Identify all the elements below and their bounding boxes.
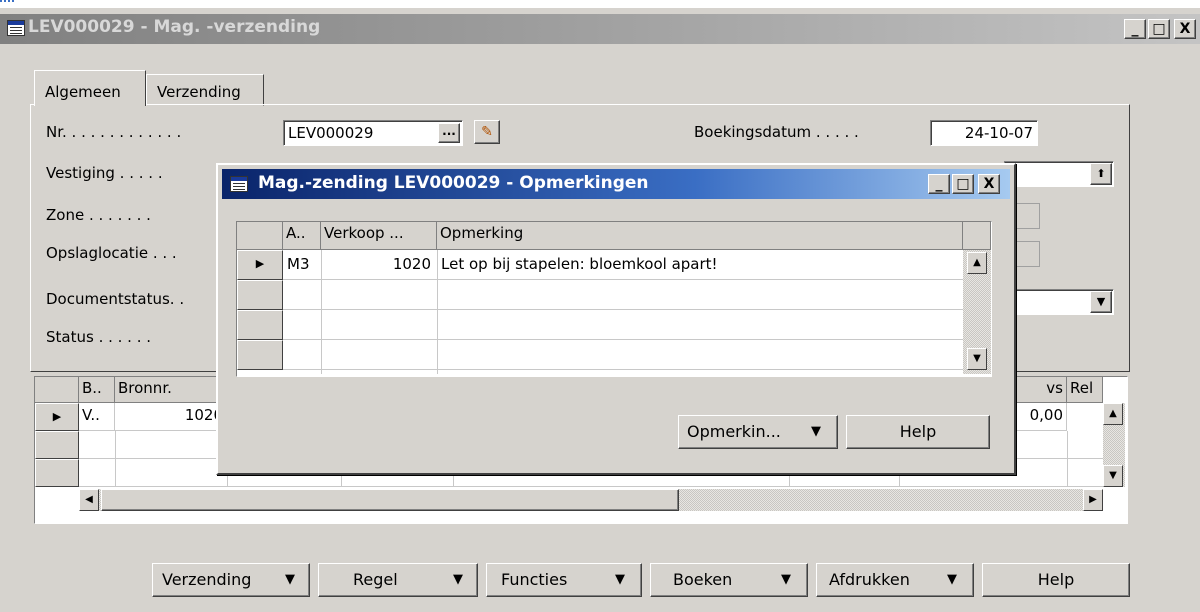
col-divider [115, 431, 116, 487]
scroll-left-icon[interactable]: ◀ [79, 489, 99, 511]
row-selector[interactable] [237, 310, 283, 340]
col-divider [321, 250, 322, 374]
chevron-down-icon[interactable]: ▼ [1090, 291, 1112, 313]
scroll-down-icon[interactable]: ▼ [967, 348, 987, 370]
functies-button[interactable]: Functies ▼ [486, 563, 642, 597]
main-window-title: LEV000029 - Mag. -verzending [28, 17, 321, 37]
afdrukken-button-label: Afdrukken [829, 570, 910, 589]
main-close-button[interactable]: X [1174, 19, 1196, 39]
dialog-maximize-button[interactable]: □ [952, 174, 974, 194]
window-grid-icon [7, 20, 25, 36]
dialog-close-button[interactable]: X [978, 174, 1000, 194]
top-edge [0, 0, 1200, 8]
row-selector[interactable] [237, 280, 283, 310]
opmerkingen-dialog: Mag.-zending LEV000029 - Opmerkingen _ □… [216, 163, 1016, 475]
nr-field[interactable]: LEV000029 [283, 120, 463, 146]
vestiging-label: Vestiging . . . . . [46, 164, 163, 182]
regel-button-label: Regel [353, 570, 398, 589]
cell-b[interactable]: V.. [79, 403, 115, 431]
column-header-verkoop[interactable]: Verkoop ... [321, 222, 437, 250]
scroll-down-icon[interactable]: ▼ [1103, 465, 1123, 487]
col-divider [1067, 431, 1068, 487]
horizontal-scroll-thumb[interactable] [101, 489, 679, 511]
cell-opmerking[interactable]: Let op bij stapelen: bloemkool apart! [441, 255, 718, 273]
scroll-up-icon[interactable]: ▲ [967, 252, 987, 274]
grid-corner [237, 222, 283, 250]
opmerkingen-grid[interactable]: A.. Verkoop ... Opmerking ▶ M3 1020 Let … [236, 221, 992, 377]
dialog-minimize-button[interactable]: _ [928, 174, 950, 194]
cell-verkoop[interactable]: 1020 [325, 255, 431, 273]
row-selector[interactable] [237, 340, 283, 370]
row-selector-active[interactable]: ▶ [35, 403, 79, 431]
opmerkingen-button-label: Opmerkin... [687, 422, 781, 441]
functies-button-label: Functies [501, 570, 568, 589]
column-header-opmerking[interactable]: Opmerking [437, 222, 963, 250]
column-header-b[interactable]: B.. [79, 377, 115, 403]
edit-icon[interactable]: ✎ [474, 120, 500, 144]
dialog-title: Mag.-zending LEV000029 - Opmerkingen [258, 173, 649, 193]
nr-label: Nr. . . . . . . . . . . . . [46, 123, 182, 141]
header-filler [963, 222, 991, 250]
opmerkingen-button[interactable]: Opmerkin... ▼ [678, 415, 838, 449]
col-divider [437, 250, 438, 374]
dropdown-arrow-icon: ▼ [781, 572, 791, 587]
cell-a[interactable]: M3 [287, 255, 310, 273]
dialog-help-button[interactable]: Help [846, 415, 990, 449]
help-button[interactable]: Help [982, 563, 1130, 597]
main-maximize-button[interactable]: □ [1148, 19, 1170, 39]
boekingsdatum-label: Boekingsdatum . . . . . [694, 123, 859, 141]
boekingsdatum-field[interactable]: 24-10-07 [930, 120, 1038, 146]
verzending-button[interactable]: Verzending ▼ [152, 563, 310, 597]
dropdown-arrow-icon: ▼ [453, 572, 463, 587]
tab-verzending[interactable]: Verzending [146, 74, 264, 106]
grid-corner [35, 377, 79, 403]
scroll-right-icon[interactable]: ▶ [1083, 489, 1103, 511]
zone-label: Zone . . . . . . . [46, 206, 151, 224]
main-minimize-button[interactable]: _ [1124, 19, 1146, 39]
regel-button[interactable]: Regel ▼ [318, 563, 478, 597]
dropdown-arrow-icon: ▼ [615, 572, 625, 587]
opslaglocatie-label: Opslaglocatie . . . [46, 244, 177, 262]
cell-bronnr[interactable]: 1020 [115, 403, 227, 431]
boeken-button[interactable]: Boeken ▼ [650, 563, 808, 597]
verzending-button-label: Verzending [162, 570, 252, 589]
dialog-titlebar[interactable]: Mag.-zending LEV000029 - Opmerkingen [222, 169, 1010, 199]
dropdown-arrow-icon: ▼ [811, 424, 821, 439]
row-selector[interactable] [35, 431, 79, 459]
column-header-a[interactable]: A.. [283, 222, 321, 250]
column-header-bronnr[interactable]: Bronnr. [115, 377, 227, 403]
nr-lookup-button[interactable]: ... [438, 123, 460, 143]
main-titlebar[interactable]: LEV000029 - Mag. -verzending [0, 14, 1200, 44]
dropdown-arrow-icon: ▼ [947, 572, 957, 587]
dropdown-arrow-icon: ▼ [285, 572, 295, 587]
row-selector-active[interactable]: ▶ [237, 250, 283, 280]
column-header-rel[interactable]: Rel [1067, 377, 1103, 403]
afdrukken-button[interactable]: Afdrukken ▼ [816, 563, 974, 597]
scroll-up-icon[interactable]: ▲ [1103, 403, 1123, 425]
window-grid-icon [230, 176, 248, 192]
boeken-button-label: Boeken [673, 570, 733, 589]
row-selector[interactable] [35, 459, 79, 487]
status-label: Status . . . . . . [46, 328, 152, 346]
arrow-up-icon[interactable]: ⬆ [1090, 163, 1112, 185]
documentstatus-label: Documentstatus. . [46, 290, 185, 308]
tab-algemeen[interactable]: Algemeen [34, 70, 146, 106]
